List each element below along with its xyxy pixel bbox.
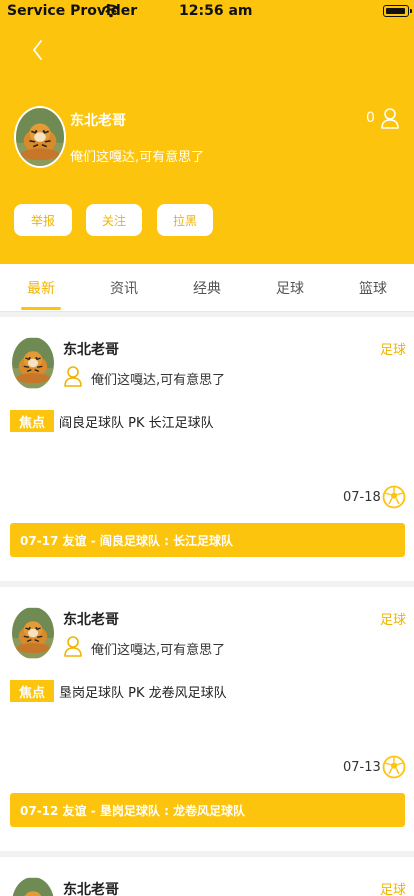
person-icon <box>64 636 82 657</box>
active-tab-indicator <box>21 307 61 310</box>
report-button[interactable]: 举报 <box>14 204 72 236</box>
follow-button[interactable]: 关注 <box>86 204 142 236</box>
profile-avatar <box>14 106 66 168</box>
follower-count: 0 <box>366 110 375 126</box>
tiger-avatar-image <box>16 108 64 166</box>
sport-tag: 足球 <box>380 883 407 896</box>
post-card[interactable]: 东北老哥 足球 俺们这嘎达,可有意思了 焦点 垦岗足球队 PK 龙卷风足球队 0… <box>0 587 414 851</box>
football-icon <box>382 485 406 509</box>
tab-football[interactable]: 足球 <box>260 278 320 298</box>
author-name: 东北老哥 <box>63 882 119 896</box>
author-bio: 俺们这嘎达,可有意思了 <box>91 643 226 658</box>
post-date: 07-18 <box>343 490 381 505</box>
wifi-icon <box>102 4 120 18</box>
focus-badge: 焦点 <box>10 410 54 432</box>
tab-classic[interactable]: 经典 <box>177 278 237 298</box>
person-icon[interactable] <box>380 107 400 129</box>
back-chevron-icon[interactable] <box>26 36 50 64</box>
focus-badge: 焦点 <box>10 680 54 702</box>
tiger-avatar-image <box>12 337 54 389</box>
author-avatar[interactable] <box>10 875 56 896</box>
match-title: 垦岗足球队 PK 龙卷风足球队 <box>59 686 227 701</box>
author-avatar[interactable] <box>10 605 56 661</box>
author-name: 东北老哥 <box>63 612 119 628</box>
tab-basketball[interactable]: 篮球 <box>343 278 403 298</box>
tiger-avatar-image <box>12 877 54 896</box>
person-icon <box>64 366 82 387</box>
author-avatar[interactable] <box>10 335 56 391</box>
sport-tag: 足球 <box>380 613 407 628</box>
author-name: 东北老哥 <box>63 342 119 358</box>
football-icon <box>382 755 406 779</box>
author-bio: 俺们这嘎达,可有意思了 <box>91 373 226 388</box>
tiger-avatar-image <box>12 607 54 659</box>
post-date: 07-13 <box>343 760 381 775</box>
profile-header: Service Provider 12:56 am 东北老哥 俺们这嘎达,可有意… <box>0 0 414 264</box>
battery-icon <box>383 5 412 17</box>
profile-name: 东北老哥 <box>70 113 126 129</box>
post-card[interactable]: 东北老哥 足球 俺们这嘎达,可有意思了 焦点 阎良足球队 PK 长江足球队 07… <box>0 317 414 581</box>
block-button[interactable]: 拉黑 <box>157 204 213 236</box>
post-card[interactable]: 东北老哥 足球 <box>0 857 414 896</box>
clock: 12:56 am <box>179 3 253 19</box>
match-title: 阎良足球队 PK 长江足球队 <box>59 416 214 431</box>
status-bar: Service Provider 12:56 am <box>0 0 414 24</box>
tab-news[interactable]: 资讯 <box>94 278 154 298</box>
match-history-bar[interactable]: 07-12 友谊 - 垦岗足球队 : 龙卷风足球队 <box>10 793 405 827</box>
tab-latest[interactable]: 最新 <box>11 278 71 298</box>
match-history-bar[interactable]: 07-17 友谊 - 阎良足球队 : 长江足球队 <box>10 523 405 557</box>
category-tabs: 最新 资讯 经典 足球 篮球 <box>0 264 414 312</box>
profile-bio: 俺们这嘎达,可有意思了 <box>70 150 205 165</box>
sport-tag: 足球 <box>380 343 407 358</box>
